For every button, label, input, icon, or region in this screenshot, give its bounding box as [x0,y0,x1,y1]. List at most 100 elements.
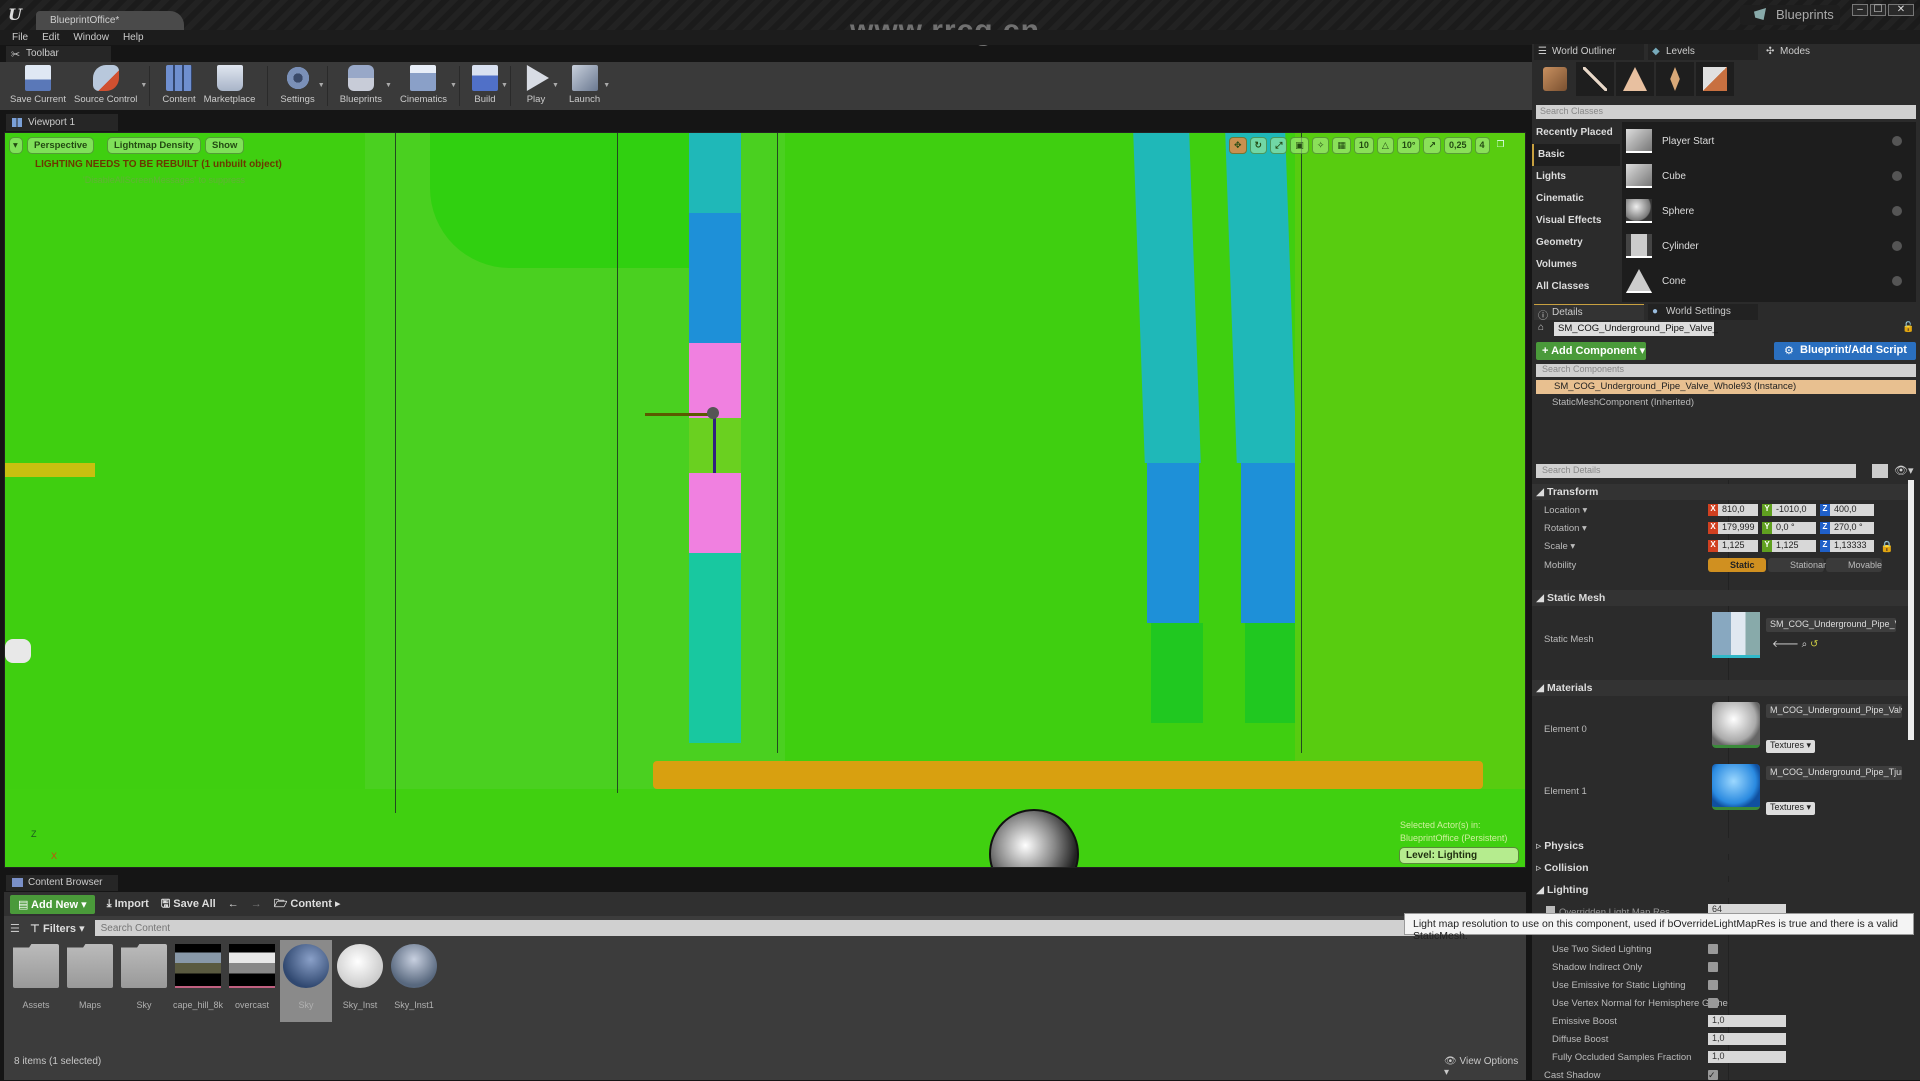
document-tab[interactable]: BlueprintOffice* [36,11,184,30]
asset-item[interactable]: Assets [10,944,62,1010]
rotation-snap-value[interactable]: 10° [1396,137,1421,154]
maximize-button[interactable]: ☐ [1870,4,1886,16]
use-vertex-normal-checkbox[interactable] [1708,998,1718,1008]
category-volumes[interactable]: Volumes [1532,254,1620,276]
rotation-y-field[interactable]: Y 0,0 ° [1762,522,1816,534]
section-physics[interactable]: ▹ Physics [1532,838,1912,854]
section-collision[interactable]: ▹ Collision [1532,860,1912,876]
menu-edit[interactable]: Edit [42,32,59,43]
section-static-mesh[interactable]: ◢ Static Mesh [1532,590,1912,606]
chevron-down-icon[interactable]: ▼ [603,82,610,89]
category-recently-placed[interactable]: Recently Placed [1532,122,1620,144]
rotation-x-field[interactable]: X 179,999 [1708,522,1758,534]
scale-label[interactable]: Scale ▾ [1544,541,1575,552]
blueprints-badge[interactable]: Blueprints [1740,5,1840,25]
camera-speed-value[interactable]: 4 [1474,137,1490,154]
content-button[interactable]: Content [158,62,199,108]
world-local-icon[interactable]: ▣ [1290,137,1309,154]
tab-world-outliner[interactable]: ☰ World Outliner [1534,44,1644,60]
view-mode-dropdown[interactable]: Lightmap Density [107,137,201,154]
asset-item[interactable]: Sky_Inst [334,944,386,1010]
material-0-textures-button[interactable]: Textures ▾ [1766,740,1816,753]
category-cinematic[interactable]: Cinematic [1532,188,1620,210]
asset-item[interactable]: Maps [64,944,116,1010]
material-0-thumbnail[interactable] [1712,702,1760,748]
paint-mode-button[interactable] [1576,62,1614,96]
cast-shadow-checkbox[interactable]: ✓ [1708,1070,1718,1080]
scale-snap-value[interactable]: 0,25 [1443,137,1472,154]
rotation-snap-icon[interactable]: △ [1376,137,1394,154]
search-content-input[interactable] [94,920,1415,936]
chevron-down-icon[interactable]: ▼ [318,82,325,89]
close-button[interactable]: ✕ [1888,4,1914,16]
sources-toggle-icon[interactable]: ☰ [10,922,20,935]
tab-details[interactable]: ⓘ Details [1534,304,1644,322]
rotation-z-field[interactable]: Z 270,0 ° [1820,522,1874,534]
place-mode-button[interactable] [1536,62,1574,96]
lock-icon[interactable]: 🔓 [1902,322,1914,333]
menu-file[interactable]: File [12,32,28,43]
rotation-label[interactable]: Rotation ▾ [1544,523,1587,534]
category-geometry[interactable]: Geometry [1532,232,1620,254]
material-1-textures-button[interactable]: Textures ▾ [1766,802,1816,815]
asset-item[interactable]: Sky_Inst1 [388,944,440,1010]
settings-button[interactable]: Settings ▼ [276,62,325,108]
place-item-player-start[interactable]: Player Start [1626,126,1906,156]
fully-occluded-field[interactable]: 1,0 [1708,1051,1786,1063]
emissive-boost-field[interactable]: 1,0 [1708,1015,1786,1027]
tab-modes[interactable]: ✣ Modes [1762,44,1872,60]
asset-item-selected[interactable]: Sky [280,940,332,1022]
chevron-down-icon[interactable]: ▼ [385,82,392,89]
scale-snap-icon[interactable]: ↗ [1423,137,1441,154]
scale-lock-icon[interactable]: 🔒 [1880,540,1894,553]
minimize-button[interactable]: – [1852,4,1868,16]
menu-help[interactable]: Help [123,32,144,43]
surface-snap-icon[interactable]: ✧ [1311,137,1330,154]
save-current-button[interactable]: Save Current [6,62,70,108]
material-0-dropdown[interactable]: M_COG_Underground_Pipe_Valves ▾ [1766,704,1902,718]
cinematics-button[interactable]: Cinematics ▼ [396,62,457,108]
search-classes-input[interactable]: Search Classes [1536,105,1916,119]
rotate-mode-icon[interactable]: ↻ [1249,137,1268,154]
grid-snap-value[interactable]: 10 [1353,137,1374,154]
mobility-movable-button[interactable]: Movable [1826,558,1882,572]
place-item-sphere[interactable]: Sphere [1626,196,1906,226]
use-selected-arrow-icon[interactable]: 🡐 [1772,639,1799,650]
content-path[interactable]: 🗁 Content ▸ [274,895,341,914]
component-instance-row[interactable]: SM_COG_Underground_Pipe_Valve_Whole93 (I… [1536,380,1916,394]
scale-x-field[interactable]: X 1,125 [1708,540,1758,552]
view-options-dropdown[interactable]: 👁 View Options ▾ [1444,1056,1526,1078]
menu-window[interactable]: Window [73,32,109,43]
section-materials[interactable]: ◢ Materials [1532,680,1912,696]
translate-mode-icon[interactable]: ✥ [1229,137,1247,154]
geometry-mode-button[interactable] [1696,62,1734,96]
asset-item[interactable]: cape_hill_8k [172,944,224,1010]
location-label[interactable]: Location ▾ [1544,505,1587,516]
landscape-mode-button[interactable] [1616,62,1654,96]
maximize-viewport-icon[interactable]: ❐ [1493,137,1509,154]
visibility-eye-icon[interactable]: 👁▾ [1894,464,1914,477]
chevron-down-icon[interactable]: ▼ [501,82,508,89]
static-mesh-component-row[interactable]: StaticMeshComponent (Inherited) [1552,397,1694,408]
chevron-down-icon[interactable]: ▼ [552,82,559,89]
location-x-field[interactable]: X 810,0 [1708,504,1758,516]
chevron-down-icon[interactable]: ▼ [140,82,147,89]
diffuse-boost-field[interactable]: 1,0 [1708,1033,1786,1045]
place-item-cylinder[interactable]: Cylinder [1626,231,1906,261]
level-viewport[interactable]: ▾ Perspective Lightmap Density Show LIGH… [4,132,1526,868]
browse-search-icon[interactable]: ⌕ [1802,639,1808,650]
static-mesh-thumbnail[interactable] [1712,612,1760,658]
use-emissive-checkbox[interactable] [1708,980,1718,990]
asset-item[interactable]: overcast [226,944,278,1010]
scale-mode-icon[interactable]: ⤢ [1270,137,1288,154]
section-transform[interactable]: ◢ Transform [1532,484,1912,500]
static-mesh-dropdown[interactable]: SM_COG_Underground_Pipe_Valv ▾ [1766,618,1896,632]
scale-y-field[interactable]: Y 1,125 [1762,540,1816,552]
location-y-field[interactable]: Y -1010,0 [1762,504,1816,516]
current-level-pill[interactable]: Level: Lighting [1399,847,1519,864]
grid-snap-icon[interactable]: ▦ [1332,137,1351,154]
place-item-cone[interactable]: Cone [1626,266,1906,296]
forward-arrow-icon[interactable]: → [251,898,262,910]
use-two-sided-lighting-checkbox[interactable] [1708,944,1718,954]
category-visual-effects[interactable]: Visual Effects [1532,210,1620,232]
